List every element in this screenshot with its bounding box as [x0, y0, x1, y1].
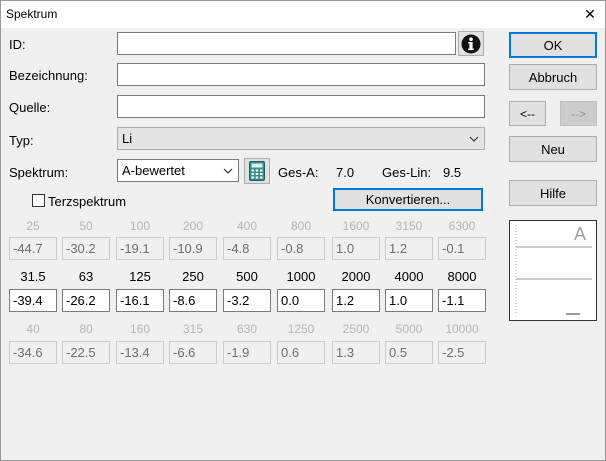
spektrum-label: Spektrum:: [9, 165, 69, 180]
main-band-value-input[interactable]: -1.1: [438, 289, 486, 312]
main-band-value-input[interactable]: 1.2: [332, 289, 380, 312]
main-band-frequency-label: 8000: [447, 269, 477, 284]
calculator-icon: [249, 161, 265, 181]
ges-a-label: Ges-A:: [278, 165, 319, 180]
next-button[interactable]: -->: [560, 101, 597, 126]
main-band-frequency-label: 250: [182, 269, 204, 284]
terzspektrum-label: Terzspektrum: [48, 194, 127, 209]
quelle-label: Quelle:: [9, 100, 51, 115]
upper-band-value-input: -0.1: [438, 237, 486, 260]
lower-band-frequency-label: 80: [79, 322, 93, 336]
lower-band-value-input: -6.6: [169, 341, 217, 364]
main-band-frequency-label: 63: [78, 269, 94, 284]
lower-band-value-input: -34.6: [9, 341, 57, 364]
lower-band-value-input: -22.5: [62, 341, 110, 364]
id-input[interactable]: [117, 32, 456, 55]
spektrum-dialog: Spektrum ✕ ID: Bezeichnung: Quelle: Typ:…: [0, 0, 606, 461]
upper-band-value-input: -0.8: [277, 237, 325, 260]
konvertieren-button[interactable]: Konvertieren...: [333, 188, 483, 211]
ges-a-value: 7.0: [336, 165, 355, 180]
upper-band-value-input: -19.1: [116, 237, 164, 260]
main-band-frequency-label: 500: [236, 269, 258, 284]
lower-band-frequency-label: 5000: [395, 322, 423, 336]
ok-button[interactable]: OK: [509, 32, 597, 58]
spectrum-preview: A: [509, 220, 597, 321]
upper-band-frequency-label: 200: [182, 219, 204, 233]
lower-band-value-input: 0.6: [277, 341, 325, 364]
upper-band-frequency-label: 400: [236, 219, 258, 233]
main-band-value-input[interactable]: -16.1: [116, 289, 164, 312]
upper-band-frequency-label: 100: [129, 219, 151, 233]
ges-lin-value: 9.5: [443, 165, 462, 180]
main-band-frequency-label: 1000: [286, 269, 316, 284]
terzspektrum-checkbox[interactable]: [32, 194, 45, 207]
bezeichnung-input[interactable]: [117, 63, 485, 86]
spektrum-selected-value: A-bewertet: [122, 163, 185, 178]
neu-button[interactable]: Neu: [509, 136, 597, 162]
chevron-down-icon: [223, 168, 233, 174]
lower-band-frequency-label: 10000: [445, 322, 479, 336]
main-band-value-input[interactable]: 1.0: [385, 289, 433, 312]
upper-band-frequency-label: 6300: [448, 219, 476, 233]
lower-band-frequency-label: 40: [26, 322, 40, 336]
upper-band-value-input: -10.9: [169, 237, 217, 260]
lower-band-frequency-label: 160: [129, 322, 151, 336]
main-band-frequency-label: 2000: [341, 269, 371, 284]
upper-band-frequency-label: 1600: [342, 219, 370, 233]
lower-band-frequency-label: 1250: [287, 322, 315, 336]
upper-band-value-input: 1.2: [385, 237, 433, 260]
abbruch-button[interactable]: Abbruch: [509, 64, 597, 90]
main-band-value-input[interactable]: -8.6: [169, 289, 217, 312]
upper-band-value-input: -4.8: [223, 237, 271, 260]
main-band-value-input[interactable]: 0.0: [277, 289, 325, 312]
lower-band-value-input: 0.5: [385, 341, 433, 364]
title-bar: Spektrum ✕: [1, 1, 605, 28]
main-band-frequency-label: 4000: [394, 269, 424, 284]
upper-band-frequency-label: 3150: [395, 219, 423, 233]
close-icon: ✕: [584, 6, 596, 22]
main-band-value-input[interactable]: -3.2: [223, 289, 271, 312]
prev-button[interactable]: <--: [509, 101, 546, 126]
lower-band-frequency-label: 315: [182, 322, 204, 336]
upper-band-value-input: 1.0: [332, 237, 380, 260]
lower-band-value-input: 1.3: [332, 341, 380, 364]
lower-band-value-input: -2.5: [438, 341, 486, 364]
upper-band-frequency-label: 50: [79, 219, 93, 233]
upper-band-frequency-label: 25: [26, 219, 40, 233]
lower-band-frequency-label: 2500: [342, 322, 370, 336]
hilfe-button[interactable]: Hilfe: [509, 180, 597, 206]
upper-band-frequency-label: 800: [290, 219, 312, 233]
id-label: ID:: [9, 37, 26, 52]
typ-selected-value: Li: [122, 131, 133, 146]
upper-band-value-input: -30.2: [62, 237, 110, 260]
info-button[interactable]: [458, 31, 484, 56]
lower-band-value-input: -1.9: [223, 341, 271, 364]
spektrum-select[interactable]: A-bewertet: [117, 159, 239, 182]
main-band-value-input[interactable]: -39.4: [9, 289, 57, 312]
ges-lin-label: Ges-Lin:: [382, 165, 432, 180]
chevron-down-icon: [469, 136, 479, 142]
close-button[interactable]: ✕: [575, 1, 605, 28]
main-band-frequency-label: 125: [129, 269, 151, 284]
quelle-input[interactable]: [117, 95, 485, 118]
calculator-button[interactable]: [244, 158, 270, 184]
bezeichnung-label: Bezeichnung:: [9, 68, 88, 83]
main-band-value-input[interactable]: -26.2: [62, 289, 110, 312]
preview-letter: A: [574, 224, 587, 244]
lower-band-value-input: -13.4: [116, 341, 164, 364]
lower-band-frequency-label: 630: [236, 322, 258, 336]
main-band-frequency-label: 31.5: [20, 269, 46, 284]
typ-select[interactable]: Li: [117, 127, 485, 150]
window-title: Spektrum: [6, 7, 58, 21]
upper-band-value-input: -44.7: [9, 237, 57, 260]
info-icon: [461, 34, 481, 53]
typ-label: Typ:: [9, 133, 34, 148]
